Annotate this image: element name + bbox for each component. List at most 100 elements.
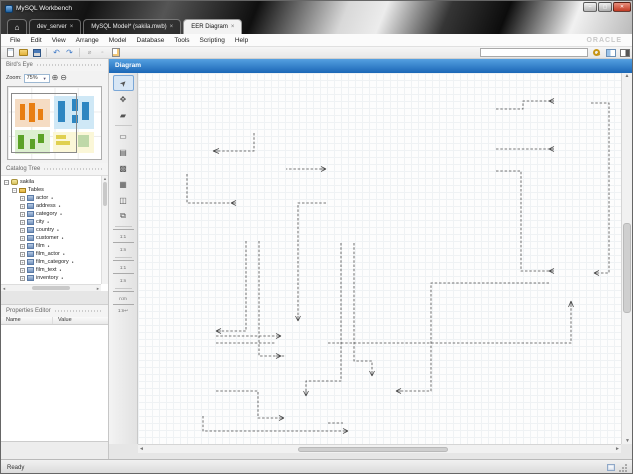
zoom-out-icon[interactable]: ⊖: [60, 74, 67, 82]
close-tab-icon[interactable]: ×: [170, 24, 174, 30]
header-leader: [55, 310, 103, 312]
expander-icon[interactable]: +: [20, 236, 25, 241]
view-tool[interactable]: ◫: [113, 192, 134, 208]
scroll-right-icon[interactable]: ►: [615, 446, 620, 452]
home-tab[interactable]: ⌂: [7, 19, 27, 34]
birds-eye-minimap[interactable]: [7, 86, 102, 160]
rel-1-1-non-identifying-tool[interactable]: 1:1: [113, 229, 134, 242]
zoom-in-icon[interactable]: ⊕: [52, 74, 59, 82]
canvas-horizontal-scrollbar[interactable]: ◄►: [138, 444, 621, 453]
tree-table-film-category[interactable]: +film_category●: [1, 258, 108, 266]
tree-label: address: [36, 203, 56, 209]
redo-button[interactable]: ↷: [64, 47, 75, 58]
expander-icon[interactable]: +: [20, 196, 25, 201]
expander-icon[interactable]: +: [20, 212, 25, 217]
expander-icon[interactable]: +: [20, 268, 25, 273]
tab-mysql-model-sakila-mwb[interactable]: MySQL Model* (sakila.mwb)×: [83, 19, 181, 34]
new-diagram-button[interactable]: [110, 47, 121, 58]
note-tool[interactable]: ▤: [113, 144, 134, 160]
menu-file[interactable]: File: [5, 37, 25, 44]
toggle-left-panel-button[interactable]: [605, 47, 616, 58]
pan-tool[interactable]: ✥: [113, 91, 134, 107]
image-tool[interactable]: ▩: [113, 160, 134, 176]
grid-toggle-icon[interactable]: [607, 464, 615, 471]
expander-icon[interactable]: +: [20, 260, 25, 265]
expander-icon[interactable]: +: [20, 220, 25, 225]
expander-icon[interactable]: +: [20, 276, 25, 281]
tree-schema-sakila[interactable]: −sakila: [1, 178, 108, 186]
tree-table-customer[interactable]: +customer●: [1, 234, 108, 242]
expander-icon[interactable]: −: [12, 188, 17, 193]
rel-1-n-identifying-tool[interactable]: 1:n: [113, 273, 134, 286]
minimize-button[interactable]: –: [583, 2, 597, 12]
close-tab-icon[interactable]: ×: [231, 24, 235, 30]
rel-1-n-non-identifying-tool[interactable]: 1:n: [113, 242, 134, 255]
menu-help[interactable]: Help: [230, 37, 253, 44]
undo-button[interactable]: ↶: [51, 47, 62, 58]
new-model-button[interactable]: [5, 47, 16, 58]
status-bar: Ready: [1, 459, 633, 474]
scroll-left-icon[interactable]: ◄: [139, 446, 144, 452]
tree-table-film-actor[interactable]: +film_actor●: [1, 250, 108, 258]
tree-vertical-scrollbar[interactable]: ▲: [101, 176, 108, 284]
expander-icon[interactable]: −: [4, 180, 9, 185]
layer-tool[interactable]: ▭: [113, 128, 134, 144]
tab-dev-server[interactable]: dev_server×: [29, 19, 81, 34]
rel-1-1-identifying-tool-icon: 1:1: [120, 265, 126, 270]
tree-folder-tables[interactable]: −Tables: [1, 186, 108, 194]
menu-edit[interactable]: Edit: [25, 37, 46, 44]
new-model-icon: [7, 48, 14, 57]
rel-n-m-identifying-tool[interactable]: n:m: [113, 291, 134, 304]
toggle-right-panel-button[interactable]: [619, 47, 630, 58]
eraser-tool[interactable]: ▰: [113, 107, 134, 123]
zoom-row: Zoom: 75%▼ ⊕ ⊖: [1, 71, 108, 85]
menu-database[interactable]: Database: [132, 37, 170, 44]
tab-eer-diagram[interactable]: EER Diagram×: [183, 19, 242, 34]
scroll-down-icon[interactable]: ▼: [625, 438, 630, 444]
tree-table-city[interactable]: +city●: [1, 218, 108, 226]
expander-icon[interactable]: +: [20, 204, 25, 209]
tree-label: city: [36, 219, 44, 225]
routine-group-tool[interactable]: ⧉: [113, 208, 134, 224]
save-model-button[interactable]: [31, 47, 42, 58]
menu-model[interactable]: Model: [104, 37, 132, 44]
menu-scripting[interactable]: Scripting: [195, 37, 230, 44]
zoom-select[interactable]: 75%▼: [24, 74, 50, 83]
pan-tool-icon: ✥: [120, 95, 127, 104]
placed-marker: ●: [60, 212, 62, 216]
open-model-button[interactable]: [18, 47, 29, 58]
search-button[interactable]: [591, 47, 602, 58]
diagram-canvas[interactable]: [138, 73, 621, 444]
tree-table-country[interactable]: +country●: [1, 226, 108, 234]
scroll-thumb[interactable]: [298, 447, 448, 452]
rel-1-n-self-tool[interactable]: 1:n↩: [113, 304, 134, 317]
maximize-button[interactable]: ▢: [598, 2, 612, 12]
tree-table-category[interactable]: +category●: [1, 210, 108, 218]
menu-arrange[interactable]: Arrange: [71, 37, 104, 44]
title-bar[interactable]: MySQL Workbench –▢✕: [1, 1, 633, 16]
canvas-vertical-scrollbar[interactable]: ▲▼: [621, 73, 632, 444]
tree-table-actor[interactable]: +actor●: [1, 194, 108, 202]
toolbar-icons: ↶↷⌀▫: [5, 47, 121, 58]
select-tool[interactable]: ➤: [113, 75, 134, 91]
tree-table-film-text[interactable]: +film_text●: [1, 266, 108, 274]
menu-tools[interactable]: Tools: [169, 37, 194, 44]
table-icon: [27, 267, 34, 273]
expander-icon[interactable]: +: [20, 228, 25, 233]
scroll-thumb[interactable]: [623, 223, 631, 313]
tree-table-address[interactable]: +address●: [1, 202, 108, 210]
close-button[interactable]: ✕: [613, 2, 631, 12]
table-tool[interactable]: ▦: [113, 176, 134, 192]
expander-icon[interactable]: +: [20, 244, 25, 249]
expander-icon[interactable]: +: [20, 252, 25, 257]
tree-table-film[interactable]: +film●: [1, 242, 108, 250]
tree-horizontal-scrollbar[interactable]: ◄►: [1, 284, 101, 291]
minimap-viewport[interactable]: [11, 93, 77, 153]
search-input[interactable]: [480, 48, 588, 57]
close-tab-icon[interactable]: ×: [70, 24, 74, 30]
menu-view[interactable]: View: [47, 37, 71, 44]
tree-label: country: [36, 227, 54, 233]
tree-table-inventory[interactable]: +inventory●: [1, 274, 108, 282]
resize-grip[interactable]: [619, 463, 628, 472]
rel-1-1-identifying-tool[interactable]: 1:1: [113, 260, 134, 273]
